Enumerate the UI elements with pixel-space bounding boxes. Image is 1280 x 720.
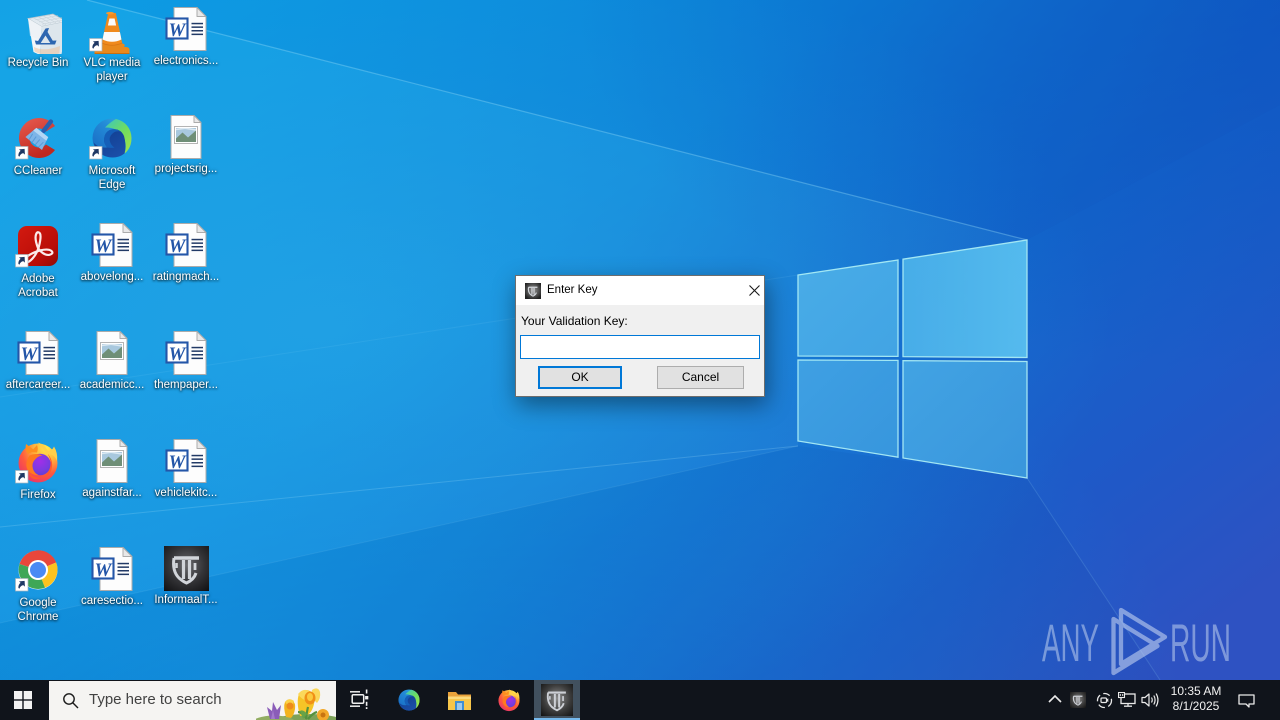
svg-text:W: W — [169, 344, 187, 365]
svg-text:W: W — [21, 344, 39, 365]
svg-text:W: W — [169, 236, 187, 257]
svg-text:W: W — [95, 236, 113, 257]
svg-text:W: W — [169, 452, 187, 473]
svg-text:W: W — [169, 20, 187, 41]
svg-text:RUN: RUN — [1170, 614, 1231, 673]
svg-text:W: W — [95, 560, 113, 581]
svg-text:ANY: ANY — [1042, 614, 1099, 673]
